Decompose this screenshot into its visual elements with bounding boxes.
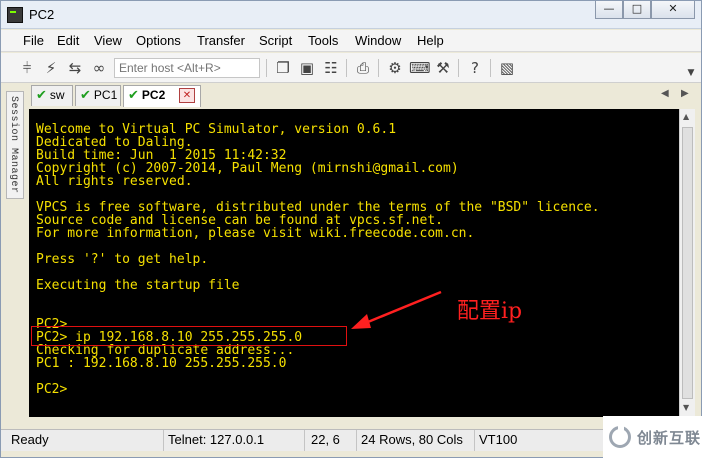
menu-view[interactable]: View [94,33,122,48]
scroll-up-icon[interactable]: ▲ [683,112,689,121]
window-controls: — □ ✕ [595,1,695,21]
terminal-app-icon [7,7,23,23]
connected-check-icon: ✔ [128,88,139,103]
connect-icon[interactable]: ⫩ [17,58,37,78]
screenshot-icon[interactable]: ▧ [497,58,517,78]
host-input[interactable] [114,58,260,78]
menu-window[interactable]: Window [355,33,401,48]
session-tabs: ✔ sw ✔ PC1 ✔ PC2 ✕ ◀ ▶ [29,84,701,107]
command-highlight-box [31,326,347,346]
terminal-line: For more information, please visit wiki.… [36,226,475,241]
toolbar-separator [266,59,267,77]
menu-help[interactable]: Help [417,33,444,48]
minimize-button[interactable]: — [595,1,623,19]
terminal-line: All rights reserved. [36,174,193,189]
terminal-screen[interactable]: Welcome to Virtual PC Simulator, version… [29,109,679,417]
toolbar-overflow-icon[interactable]: ▼ [681,63,701,83]
menu-edit[interactable]: Edit [57,33,79,48]
paste-icon[interactable]: ▣ [297,58,317,78]
tab-next-icon[interactable]: ▶ [681,88,689,99]
status-emulation: VT100 [474,430,534,451]
status-connection: Telnet: 127.0.0.1 [163,430,303,451]
title-bar: PC2 — □ ✕ [1,1,701,29]
menu-bar: File Edit View Options Transfer Script T… [1,30,701,52]
session-manager-panel[interactable]: Session Manager [6,91,24,199]
session-manager-label: Session Manager [8,96,19,194]
menu-file[interactable]: File [23,33,44,48]
scroll-down-icon[interactable]: ▼ [683,403,689,412]
menu-options[interactable]: Options [136,33,181,48]
close-button[interactable]: ✕ [651,1,695,19]
scrollbar-thumb[interactable] [682,127,693,399]
toolbar-separator [458,59,459,77]
toolbar: ⫩ ⚡ ⇆ ∞ ❐ ▣ ☷ ⎙ ⚙ ⌨ ⚒ ? ▧ ▼ [1,53,701,83]
print-icon[interactable]: ⎙ [353,58,373,78]
toolbar-separator [378,59,379,77]
reconnect-icon[interactable]: ⇆ [65,58,85,78]
status-bar: Ready Telnet: 127.0.0.1 22, 6 24 Rows, 8… [1,429,701,451]
terminal-line: Press '?' to get help. [36,252,209,267]
menu-script[interactable]: Script [259,33,292,48]
menu-tools[interactable]: Tools [308,33,338,48]
logo-mark-icon [609,425,631,448]
window-title: PC2 [29,7,55,22]
status-ready: Ready [11,432,49,447]
help-icon[interactable]: ? [465,58,485,78]
watermark-text: 创新互联 [637,429,702,447]
annotation-label: 配置ip [457,299,523,324]
tab-prev-icon[interactable]: ◀ [661,88,669,99]
connected-check-icon: ✔ [80,88,91,103]
connected-check-icon: ✔ [36,88,47,103]
tab-pc1[interactable]: ✔ PC1 [75,85,121,106]
securecrt-window: PC2 — □ ✕ File Edit View Options Transfe… [0,0,702,458]
terminal-scrollbar[interactable]: ▲ ▼ [679,109,695,417]
status-cursor-position: 22, 6 [304,430,356,451]
maximize-button[interactable]: □ [623,1,651,19]
annotation-arrow-icon [351,290,442,329]
keymap-icon[interactable]: ⌨ [409,58,431,78]
copy-icon[interactable]: ❐ [273,58,293,78]
status-terminal-size: 24 Rows, 80 Cols [356,430,474,451]
tab-sw[interactable]: ✔ sw [31,85,73,106]
close-tab-icon[interactable]: ✕ [179,88,195,103]
toolbar-separator [346,59,347,77]
sftp-icon[interactable]: ⚒ [433,58,453,78]
watermark-logo: 创新互联 [603,416,702,458]
settings-gear-icon[interactable]: ⚙ [385,58,405,78]
terminal-line: PC2> [36,382,68,397]
toolbar-separator [490,59,491,77]
terminal-line: PC1 : 192.168.8.10 255.255.255.0 [36,356,287,371]
disconnect-icon[interactable]: ∞ [89,58,109,78]
find-icon[interactable]: ☷ [321,58,341,78]
terminal-line: Executing the startup file [36,278,240,293]
quick-connect-icon[interactable]: ⚡ [41,58,61,78]
menu-transfer[interactable]: Transfer [197,33,245,48]
